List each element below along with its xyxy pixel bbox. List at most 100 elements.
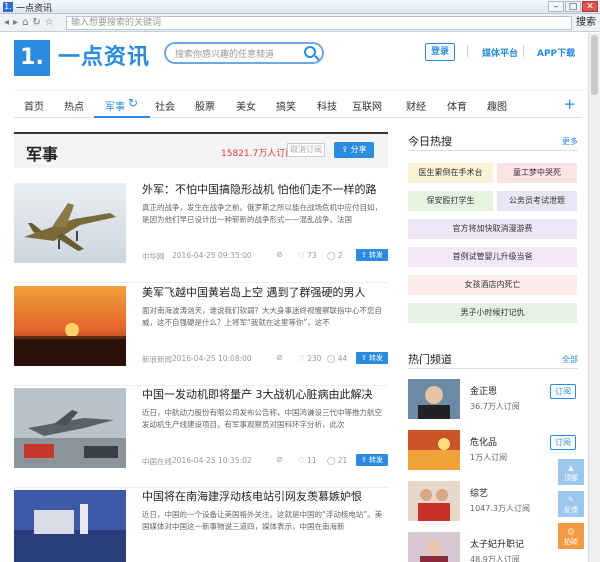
subscribe-button[interactable]: 订阅 <box>550 384 576 399</box>
subscribe-button[interactable]: 订阅 <box>550 435 576 450</box>
app-icon: 1. <box>3 2 13 12</box>
nav-item-stocks[interactable]: 股票 <box>195 98 215 113</box>
hot-tag[interactable]: 首例试管婴儿升级当爸 <box>408 247 577 267</box>
logo-mark[interactable]: 1. <box>14 40 50 76</box>
maximize-button[interactable]: □ <box>565 1 581 12</box>
nav-item-home[interactable]: 首页 <box>24 98 44 113</box>
article-date: 2016-04-25 10:08:00 <box>172 354 252 363</box>
comment-count[interactable]: ◯ 21 <box>327 456 347 465</box>
dislike-icon[interactable]: ⊘ <box>276 353 283 362</box>
nav-item-finance[interactable]: 财经 <box>406 98 426 113</box>
browser-nav: ◂ ▸ ⌂ ↻ ☆ <box>4 16 54 30</box>
article-item[interactable]: 中国将在南海建浮动核电站引网友羡慕嫉妒恨 近日，中国的一个设备让美国格外关注。这… <box>14 490 388 562</box>
forward-button[interactable]: ⇪ 转发 <box>356 249 388 261</box>
add-channel-icon[interactable]: + <box>563 95 576 113</box>
article-source: 新浪新闻 <box>142 355 172 364</box>
channel-item[interactable]: 危化品 1万人订阅 订阅 <box>408 430 578 476</box>
channel-item[interactable]: 太子妃升职记 48.9万人订阅 <box>408 532 578 562</box>
media-platform-link[interactable]: 媒体平台 <box>482 46 518 59</box>
channel-item[interactable]: 综艺 1047.3万人订阅 <box>408 481 578 527</box>
app-download-link[interactable]: APP下载 <box>537 46 575 59</box>
star-icon[interactable]: ☆ <box>45 16 54 30</box>
hot-channels-title: 热门频道 <box>408 353 452 366</box>
article-thumbnail-aircraft-display[interactable] <box>14 388 126 468</box>
page-scrollbar[interactable] <box>588 33 600 562</box>
login-button[interactable]: 登录 <box>425 43 455 61</box>
nav-item-sports[interactable]: 体育 <box>447 98 467 113</box>
hot-tag[interactable]: 官方将加快取消漫游费 <box>408 219 577 239</box>
channel-name[interactable]: 综艺 <box>470 486 488 499</box>
dislike-icon[interactable]: ⊘ <box>276 455 283 464</box>
like-value: 73 <box>307 251 317 260</box>
minimize-button[interactable]: – <box>548 1 564 12</box>
header-divider <box>523 45 524 57</box>
back-to-top-button[interactable]: ▲ 顶部 <box>558 459 584 485</box>
channel-avatar[interactable] <box>408 430 460 470</box>
like-count[interactable]: ♡ 11 <box>298 456 317 465</box>
address-bar: ◂ ▸ ⌂ ↻ ☆ 输入想要搜索的关键词 搜索 <box>0 14 600 32</box>
share-button[interactable]: ⇪ 分享 <box>334 142 374 158</box>
article-title[interactable]: 中国一发动机即将量产 3大战机心脏病由此解决 <box>142 386 388 402</box>
hot-tag[interactable]: 女孩酒店内死亡 <box>408 275 577 295</box>
like-count[interactable]: ♡ 230 <box>298 354 321 363</box>
article-thumbnail-fighter-jet[interactable] <box>14 183 126 263</box>
article-title[interactable]: 中国将在南海建浮动核电站引网友羡慕嫉妒恨 <box>142 488 388 504</box>
close-button[interactable]: ✕ <box>582 1 598 12</box>
forward-label: 转发 <box>369 251 384 259</box>
report-button[interactable]: ☺ 拍砖 <box>558 523 584 549</box>
hot-tag[interactable]: 医生累倒在手术台 <box>408 163 493 183</box>
comment-count[interactable]: ◯ 2 <box>327 251 343 260</box>
nav-item-society[interactable]: 社会 <box>155 98 175 113</box>
article-meta: 中国在线 2016-04-25 10:35:02 ⊘ ♡ 11 ◯ 21 ⇪ 转… <box>142 454 388 468</box>
channel-name[interactable]: 金正恩 <box>470 384 497 397</box>
channel-name[interactable]: 危化品 <box>470 435 497 448</box>
forward-button[interactable]: ⇪ 转发 <box>356 454 388 466</box>
channel-item[interactable]: 金正恩 36.7万人订阅 订阅 <box>408 379 578 425</box>
nav-item-funny[interactable]: 搞笑 <box>276 98 296 113</box>
channel-name[interactable]: 太子妃升职记 <box>470 537 524 550</box>
site-search-box[interactable]: 搜索你感兴趣的任意频道 <box>164 42 324 64</box>
hot-tag[interactable]: 男子小时候打记仇 <box>408 303 577 323</box>
article-thumbnail-floating-plant[interactable] <box>14 490 126 562</box>
back-to-top-label: 顶部 <box>564 474 578 482</box>
channel-avatar[interactable] <box>408 481 460 521</box>
dislike-icon[interactable]: ⊘ <box>276 250 283 259</box>
channel-avatar[interactable] <box>408 532 460 562</box>
nav-item-beauty[interactable]: 美女 <box>236 98 256 113</box>
channel-avatar[interactable] <box>408 379 460 419</box>
comment-count[interactable]: ◯ 44 <box>327 354 347 363</box>
home-icon[interactable]: ⌂ <box>22 16 28 30</box>
hot-tag[interactable]: 童工梦中哭死 <box>497 163 577 183</box>
hot-tag[interactable]: 公务员考试泄题 <box>497 191 577 211</box>
address-search-button[interactable]: 搜索 <box>576 15 596 31</box>
hot-channels-all-link[interactable]: 全部 <box>562 354 578 365</box>
nav-item-military[interactable]: 军事 <box>105 98 125 113</box>
logo-text[interactable]: 一点资讯 <box>58 40 150 76</box>
nav-item-internet[interactable]: 互联网 <box>352 98 382 113</box>
article-source: 中国在线 <box>142 457 172 466</box>
article-item[interactable]: 美军飞越中国黄岩岛上空 遇到了群强硬的男人 面对南海波涛汹天，谁说我们软弱？大大… <box>14 286 388 386</box>
unsubscribe-button[interactable]: 取消订阅 <box>287 143 325 157</box>
like-count[interactable]: ♡ 73 <box>298 251 317 260</box>
article-item[interactable]: 中国一发动机即将量产 3大战机心脏病由此解决 近日，中航动力股份有限公司发布公告… <box>14 388 388 488</box>
refresh-icon[interactable]: ↻ <box>128 96 138 110</box>
article-title[interactable]: 美军飞越中国黄岩岛上空 遇到了群强硬的男人 <box>142 284 388 300</box>
refresh-icon[interactable]: ↻ <box>32 16 40 30</box>
forward-button[interactable]: ⇪ 转发 <box>356 352 388 364</box>
nav-item-pics[interactable]: 趣图 <box>487 98 507 113</box>
scrollbar-thumb[interactable] <box>591 35 598 95</box>
back-icon[interactable]: ◂ <box>4 16 9 30</box>
report-label: 拍砖 <box>564 538 578 546</box>
hot-tag[interactable]: 保安殴打学生 <box>408 191 493 211</box>
article-summary: 真正的战争，发生在战争之前。俄罗斯之所以能在战场危机中应付目如，是因为他们早已设… <box>142 203 382 224</box>
forward-icon[interactable]: ▸ <box>13 16 18 30</box>
article-item[interactable]: 外军：不怕中国搞隐形战机 怕他们走不一样的路 真正的战争，发生在战争之前。俄罗斯… <box>14 183 388 283</box>
nav-item-hot[interactable]: 热点 <box>64 98 84 113</box>
article-thumbnail-sunset-sea[interactable] <box>14 286 126 366</box>
search-icon[interactable] <box>304 46 316 58</box>
address-input[interactable]: 输入想要搜索的关键词 <box>66 16 572 30</box>
nav-item-tech[interactable]: 科技 <box>317 98 337 113</box>
feedback-button[interactable]: ✎ 反馈 <box>558 491 584 517</box>
article-title[interactable]: 外军：不怕中国搞隐形战机 怕他们走不一样的路 <box>142 181 388 197</box>
hot-search-more-link[interactable]: 更多 <box>562 136 578 147</box>
